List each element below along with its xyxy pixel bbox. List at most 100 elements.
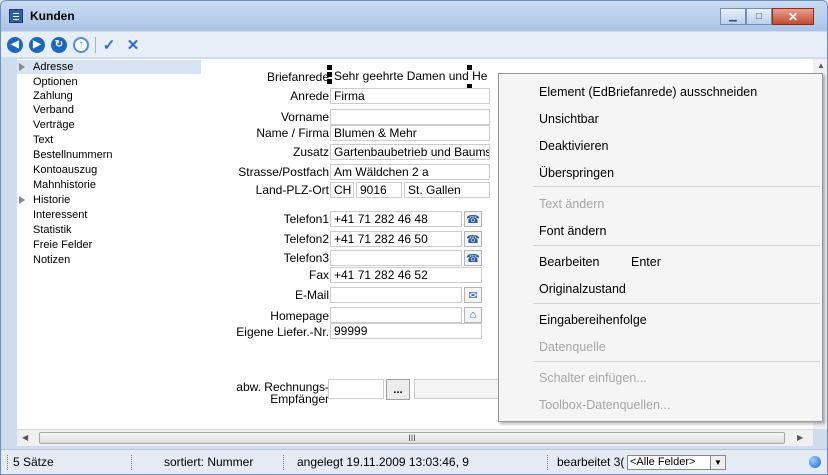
telefon3-label: Telefon3 <box>283 251 329 265</box>
rechnung-field[interactable] <box>328 379 384 399</box>
phone-dial-icon[interactable]: ☎ <box>464 231 482 247</box>
nav-item-notizen[interactable]: Notizen <box>17 253 70 267</box>
homepage-label: Homepage <box>270 309 329 323</box>
nav-item-vertraege[interactable]: Verträge <box>17 118 75 132</box>
menu-item-shortcut: Enter <box>631 255 661 269</box>
anrede-label: Anrede <box>290 89 329 103</box>
scroll-right-arrow-icon[interactable]: ▶ <box>797 433 803 442</box>
menu-separator <box>533 361 820 362</box>
close-button[interactable]: ✕ <box>772 8 814 25</box>
status-separator <box>283 455 284 470</box>
forward-icon[interactable]: ▶ <box>29 36 45 53</box>
nav-item-mahnhistorie[interactable]: Mahnhistorie <box>17 178 96 192</box>
up-icon[interactable]: ↑ <box>73 36 89 53</box>
nav-item-label: Adresse <box>33 61 74 73</box>
land-field[interactable]: CH <box>330 182 354 198</box>
rechnung-name-field <box>414 379 504 399</box>
menu-item-data-source[interactable]: Datenquelle <box>539 340 606 354</box>
telefon2-field[interactable]: +41 71 282 46 50 <box>330 231 462 247</box>
menu-item-insert-switch[interactable]: Schalter einfügen... <box>539 371 647 385</box>
lieferantennr-label: Eigene Liefer.-Nr. <box>236 325 329 339</box>
email-label: E-Mail <box>294 288 329 302</box>
menu-item-edit[interactable]: Bearbeiten Enter <box>539 255 661 269</box>
phone-dial-icon[interactable]: ☎ <box>464 211 482 227</box>
homepage-field[interactable] <box>330 307 462 323</box>
nav-item-interessent[interactable]: Interessent <box>17 208 87 222</box>
section-nav: Adresse Optionen Zahlung Verband Verträg… <box>17 59 217 429</box>
telefon3-field[interactable] <box>330 250 462 266</box>
status-separator <box>7 455 8 470</box>
name-field[interactable]: Blumen & Mehr <box>330 125 490 141</box>
record-count: 5 Sätze <box>13 455 54 469</box>
menu-separator <box>533 303 820 304</box>
nav-item-zahlung[interactable]: Zahlung <box>17 89 73 103</box>
nav-item-kontoauszug[interactable]: Kontoauszug <box>17 163 97 177</box>
rechnung-lookup-button[interactable]: ... <box>386 379 410 400</box>
maximize-button[interactable]: □ <box>746 8 772 25</box>
menu-item-label: Bearbeiten <box>539 255 600 269</box>
strasse-field[interactable]: Am Wäldchen 2 a <box>330 164 490 180</box>
selection-handle[interactable] <box>467 65 472 70</box>
app-icon <box>9 9 23 23</box>
phone-dial-icon[interactable]: ☎ <box>464 250 482 266</box>
briefanrede-label: Briefanrede <box>266 70 329 84</box>
menu-item-invisible[interactable]: Unsichtbar <box>539 112 599 126</box>
nav-item-statistik[interactable]: Statistik <box>17 223 72 237</box>
fax-field[interactable]: +41 71 282 46 52 <box>330 267 482 283</box>
globe-icon[interactable] <box>809 456 821 468</box>
menu-item-change-text[interactable]: Text ändern <box>539 197 604 211</box>
vorname-field[interactable] <box>330 109 490 125</box>
mail-icon[interactable]: ✉ <box>464 287 482 303</box>
menu-item-deactivate[interactable]: Deaktivieren <box>539 139 608 153</box>
selection-handle[interactable] <box>327 72 332 77</box>
status-separator <box>131 455 132 470</box>
minimize-button[interactable]: ▁ <box>720 8 746 25</box>
plz-field[interactable]: 9016 <box>356 182 402 198</box>
scroll-up-arrow-icon[interactable]: ▲ <box>817 61 825 70</box>
nav-item-text[interactable]: Text <box>17 133 53 147</box>
confirm-icon[interactable]: ✓ <box>101 37 117 54</box>
menu-item-skip[interactable]: Überspringen <box>539 166 614 180</box>
back-icon[interactable]: ◀ <box>7 36 23 53</box>
toolbar: ◀ ▶ ↻ ↑ ✓ ✕ <box>1 32 827 57</box>
nav-item-freie-felder[interactable]: Freie Felder <box>17 238 92 252</box>
menu-item-original-state[interactable]: Originalzustand <box>539 282 626 296</box>
context-menu: Element (EdBriefanrede) ausschneiden Uns… <box>498 73 823 422</box>
status-separator <box>547 455 548 470</box>
menu-separator <box>533 245 820 246</box>
menu-item-change-font[interactable]: Font ändern <box>539 224 606 238</box>
email-field[interactable] <box>330 287 462 303</box>
scroll-left-arrow-icon[interactable]: ◀ <box>22 433 28 442</box>
ort-label: Land-PLZ-Ort <box>255 183 329 197</box>
telefon1-label: Telefon1 <box>283 212 329 226</box>
refresh-icon[interactable]: ↻ <box>51 36 67 53</box>
selection-handle[interactable] <box>327 65 332 70</box>
menu-item-tab-order[interactable]: Eingabereihenfolge <box>539 313 647 327</box>
nav-item-bestellnummern[interactable]: Bestellnummern <box>17 148 112 162</box>
horizontal-scrollbar[interactable]: ◀ III ▶ <box>17 429 813 446</box>
scroll-thumb[interactable]: III <box>39 432 785 444</box>
toolbar-separator <box>95 36 96 53</box>
field-filter-select[interactable]: <Alle Felder> ▼ <box>627 455 726 470</box>
nav-item-verband[interactable]: Verband <box>17 103 74 117</box>
title-bar[interactable]: Kunden ▁ □ ✕ <box>1 1 827 31</box>
nav-item-adresse[interactable]: Adresse <box>17 60 201 74</box>
selection-handle[interactable] <box>327 79 332 84</box>
ort-field[interactable]: St. Gallen <box>404 182 490 198</box>
expand-arrow-icon[interactable] <box>19 63 25 71</box>
telefon1-field[interactable]: +41 71 282 46 48 <box>330 211 462 227</box>
anrede-field[interactable]: Firma <box>330 88 490 104</box>
name-label: Name / Firma <box>256 126 329 140</box>
window-controls: ▁ □ ✕ <box>720 8 814 25</box>
cancel-icon[interactable]: ✕ <box>125 37 141 54</box>
nav-item-historie[interactable]: Historie <box>17 193 70 207</box>
dropdown-arrow-icon[interactable]: ▼ <box>710 455 726 470</box>
window-title: Kunden <box>30 9 75 23</box>
zusatz-field[interactable]: Gartenbaubetrieb und Baums <box>330 144 490 160</box>
expand-arrow-icon[interactable] <box>19 196 25 204</box>
home-icon[interactable]: ⌂ <box>464 307 482 323</box>
menu-item-cut-element[interactable]: Element (EdBriefanrede) ausschneiden <box>539 85 757 99</box>
lieferantennr-field[interactable]: 99999 <box>330 323 482 339</box>
menu-item-toolbox-data-sources[interactable]: Toolbox-Datenquellen... <box>539 398 670 412</box>
nav-item-optionen[interactable]: Optionen <box>17 75 78 89</box>
